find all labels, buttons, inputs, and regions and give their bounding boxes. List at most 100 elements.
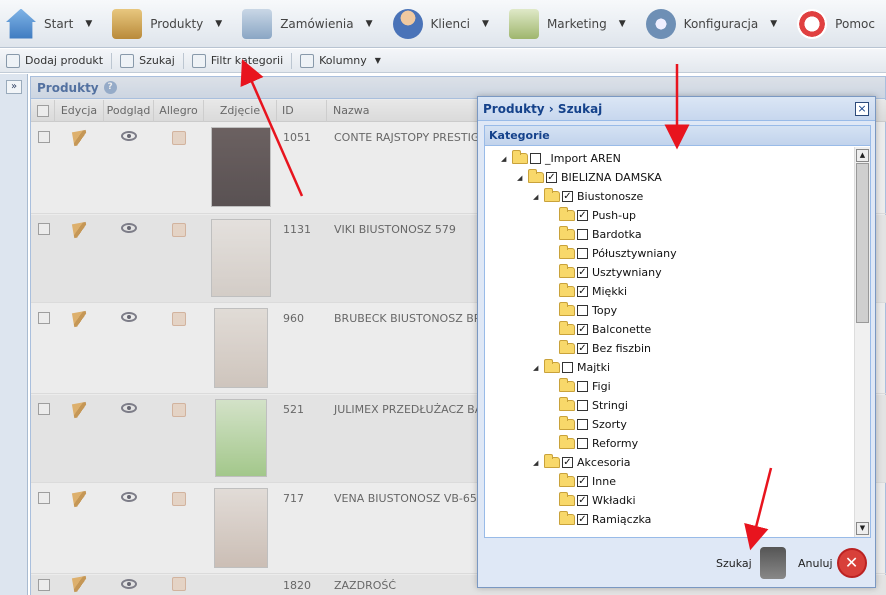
tree-node[interactable]: Figi: [559, 377, 611, 396]
tree-checkbox[interactable]: ✓: [562, 191, 573, 202]
search-label: Szukaj: [139, 54, 175, 67]
category-filter-button[interactable]: Filtr kategorii: [186, 49, 289, 73]
tree-checkbox[interactable]: ✓: [577, 514, 588, 525]
tree-checkbox[interactable]: [562, 362, 573, 373]
tree-node[interactable]: ◢ _Import AREN: [501, 149, 621, 168]
categories-header: Kategorie: [485, 126, 870, 146]
tree-checkbox[interactable]: [577, 400, 588, 411]
menu-konfiguracja[interactable]: Konfiguracja ▼: [640, 0, 784, 48]
chevron-down-icon[interactable]: ▼: [215, 19, 222, 29]
tree-node[interactable]: ◢ ✓ Akcesoria: [533, 453, 631, 472]
tree-node[interactable]: ✓ Bez fiszbin: [559, 339, 651, 358]
tree-node[interactable]: ✓ Balconette: [559, 320, 651, 339]
tree-checkbox[interactable]: ✓: [577, 476, 588, 487]
close-icon[interactable]: ×: [855, 102, 869, 116]
menu-produkty-label: Produkty: [150, 16, 204, 31]
tree-node-label: Wkładki: [592, 494, 636, 507]
expand-toggle-icon[interactable]: ◢: [533, 459, 541, 467]
tree-checkbox[interactable]: ✓: [577, 286, 588, 297]
tree-checkbox[interactable]: ✓: [577, 267, 588, 278]
tree-checkbox[interactable]: ✓: [577, 324, 588, 335]
expand-panel-button[interactable]: »: [6, 80, 22, 94]
tree-checkbox[interactable]: ✓: [546, 172, 557, 183]
tree-node[interactable]: ✓ Miękki: [559, 282, 627, 301]
menu-klienci[interactable]: Klienci ▼: [387, 0, 495, 48]
tree-node[interactable]: ◢ ✓ BIELIZNA DAMSKA: [517, 168, 662, 187]
tree-node-label: Figi: [592, 380, 611, 393]
columns-button[interactable]: Kolumny ▼: [294, 49, 387, 73]
search-submit-label: Szukaj: [716, 556, 752, 570]
tree-checkbox[interactable]: ✓: [562, 457, 573, 468]
tree-node[interactable]: ◢ ✓ Biustonosze: [533, 187, 643, 206]
chevron-down-icon[interactable]: ▼: [366, 19, 373, 29]
tree-checkbox[interactable]: [530, 153, 541, 164]
scroll-down-icon[interactable]: ▼: [856, 522, 869, 535]
menu-zamowienia[interactable]: Zamówienia ▼: [236, 0, 378, 48]
chevron-down-icon[interactable]: ▼: [85, 19, 92, 29]
folder-icon: [559, 397, 575, 411]
folder-icon: [559, 473, 575, 487]
folder-icon: [528, 169, 544, 183]
tree-checkbox[interactable]: [577, 229, 588, 240]
tree-node[interactable]: ✓ Push-up: [559, 206, 636, 225]
menu-zamowienia-label: Zamówienia: [280, 16, 354, 31]
west-panel-collapsed: »: [0, 74, 28, 595]
tree-node[interactable]: Reformy: [559, 434, 638, 453]
menu-marketing[interactable]: Marketing ▼: [503, 0, 632, 48]
tree-checkbox[interactable]: ✓: [577, 210, 588, 221]
tree-node[interactable]: ✓ Inne: [559, 472, 616, 491]
tree-node[interactable]: ✓ Wkładki: [559, 491, 636, 510]
tree-node[interactable]: ✓ Usztywniany: [559, 263, 662, 282]
tree-checkbox[interactable]: [577, 438, 588, 449]
category-filter-label: Filtr kategorii: [210, 54, 284, 67]
menu-pomoc[interactable]: Pomoc ▼: [791, 0, 886, 48]
tree-node-label: Bardotka: [592, 228, 642, 241]
menu-klienci-label: Klienci: [430, 16, 471, 31]
home-icon: [6, 8, 36, 39]
scroll-up-icon[interactable]: ▲: [856, 149, 869, 162]
tree-node-label: _Import AREN: [545, 152, 621, 165]
tree-node[interactable]: Topy: [559, 301, 617, 320]
tree-checkbox[interactable]: ✓: [577, 495, 588, 506]
tree-node[interactable]: ✓ Ramiączka: [559, 510, 651, 529]
menu-marketing-label: Marketing: [546, 16, 607, 31]
folder-icon: [559, 378, 575, 392]
expand-toggle-icon[interactable]: ◢: [517, 174, 525, 182]
expand-toggle-icon[interactable]: ◢: [533, 193, 541, 201]
menu-produkty[interactable]: Produkty ▼: [106, 0, 228, 48]
chevron-down-icon[interactable]: ▼: [619, 19, 626, 29]
category-tree: ◢ _Import AREN ◢ ✓ BIELIZNA DAMSKA ◢ ✓ Biustono…: [485, 147, 854, 537]
filter-icon: [191, 53, 206, 68]
lifebuoy-icon: [797, 8, 828, 39]
tree-checkbox[interactable]: [577, 248, 588, 259]
clipboard-icon: [242, 8, 273, 39]
tree-node[interactable]: Stringi: [559, 396, 628, 415]
cancel-icon: ✕: [836, 548, 867, 578]
scroll-thumb[interactable]: [856, 163, 869, 323]
expand-toggle-icon[interactable]: ◢: [501, 155, 509, 163]
tree-checkbox[interactable]: [577, 305, 588, 316]
tree-checkbox[interactable]: [577, 419, 588, 430]
search-submit-button[interactable]: Szukaj: [716, 545, 786, 581]
expand-toggle-icon[interactable]: ◢: [533, 364, 541, 372]
menu-start[interactable]: Start ▼: [0, 0, 98, 48]
tree-checkbox[interactable]: ✓: [577, 343, 588, 354]
tree-node[interactable]: ◢ Majtki: [533, 358, 610, 377]
add-product-button[interactable]: Dodaj produkt: [0, 49, 109, 73]
cancel-button[interactable]: Anuluj ✕: [798, 545, 867, 581]
tree-node[interactable]: Szorty: [559, 415, 627, 434]
tree-checkbox[interactable]: [577, 381, 588, 392]
folder-icon: [559, 226, 575, 240]
tree-node[interactable]: Bardotka: [559, 225, 642, 244]
tree-node-label: Push-up: [592, 209, 637, 222]
dialog-footer: Szukaj Anuluj ✕: [478, 539, 875, 587]
chevron-down-icon[interactable]: ▼: [482, 19, 489, 29]
search-button[interactable]: Szukaj: [114, 49, 181, 73]
tree-node[interactable]: Półusztywniany: [559, 244, 677, 263]
chevron-down-icon[interactable]: ▼: [770, 19, 777, 29]
dialog-title[interactable]: Produkty › Szukaj: [478, 97, 875, 121]
folder-icon: [559, 435, 575, 449]
tree-node-label: Usztywniany: [592, 266, 662, 279]
tree-scrollbar[interactable]: ▲ ▼: [854, 147, 870, 537]
chevron-down-icon[interactable]: ▼: [375, 56, 381, 65]
